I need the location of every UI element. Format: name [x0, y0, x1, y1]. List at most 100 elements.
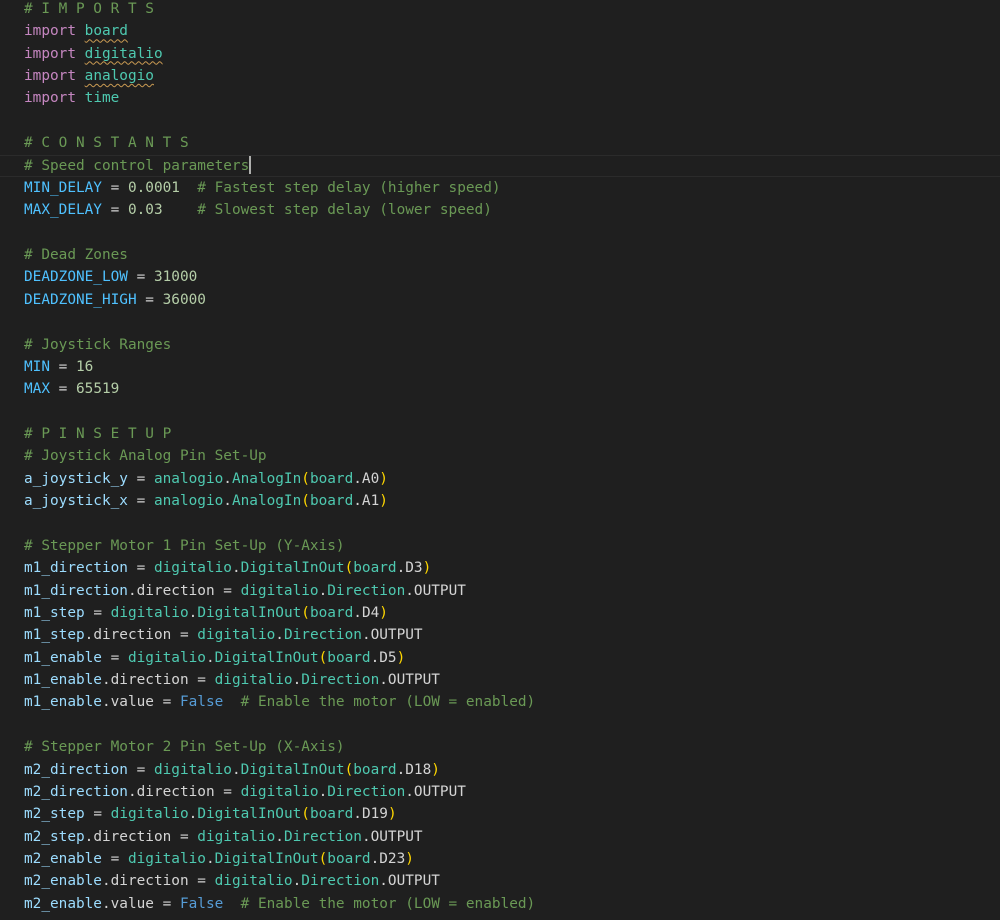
code-line[interactable]: m1_enable.direction = digitalio.Directio… [24, 669, 440, 691]
code-token: board [309, 806, 354, 823]
code-token: # Enable the motor (LOW = enabled) [240, 895, 536, 912]
code-line[interactable]: m1_direction.direction = digitalio.Direc… [24, 580, 466, 602]
code-line[interactable]: m2_enable.value = False # Enable the mot… [24, 893, 535, 915]
code-token: .D23 [370, 851, 406, 868]
code-line[interactable]: # Speed control parameters [0, 154, 1000, 177]
code-token: import [24, 90, 76, 107]
code-token: ( [301, 470, 310, 487]
code-line[interactable]: import analogio [24, 65, 154, 87]
code-token: .direction = [101, 873, 215, 890]
code-line[interactable]: # Stepper Motor 1 Pin Set-Up (Y-Axis) [24, 535, 345, 557]
code-line[interactable]: MIN = 16 [24, 356, 93, 378]
code-line[interactable]: m1_enable = digitalio.DigitalInOut(board… [24, 647, 405, 669]
code-line[interactable]: DEADZONE_HIGH = 36000 [24, 289, 206, 311]
code-token: ( [301, 493, 310, 510]
code-line[interactable]: # Joystick Analog Pin Set-Up [24, 445, 267, 467]
code-token: digitalio [214, 873, 293, 890]
code-line[interactable]: m2_enable = digitalio.DigitalInOut(board… [24, 848, 414, 870]
code-token: # Slowest step delay (lower speed) [197, 202, 492, 219]
code-token: = [101, 649, 128, 666]
code-token: ) [405, 851, 414, 868]
code-line[interactable]: m1_enable.value = False # Enable the mot… [24, 691, 535, 713]
code-token: m2_step [24, 806, 85, 823]
code-token: board [327, 851, 371, 868]
code-line[interactable]: # Stepper Motor 2 Pin Set-Up (X-Axis) [24, 736, 345, 758]
code-line[interactable]: m2_direction.direction = digitalio.Direc… [24, 781, 466, 803]
code-line[interactable]: m2_direction = digitalio.DigitalInOut(bo… [24, 759, 440, 781]
code-line[interactable]: MIN_DELAY = 0.0001 # Fastest step delay … [24, 177, 501, 199]
code-line[interactable]: import board [24, 20, 128, 42]
code-token: . [231, 761, 241, 778]
code-token: # P I N S E T U P [24, 426, 172, 443]
code-line[interactable]: MAX = 65519 [24, 378, 119, 400]
code-token: = [127, 560, 154, 577]
code-line[interactable]: import time [24, 87, 119, 109]
code-token: . [223, 493, 232, 510]
code-token: .OUTPUT [405, 783, 466, 800]
code-token: m2_enable [24, 851, 102, 868]
code-line[interactable]: m1_step = digitalio.DigitalInOut(board.D… [24, 602, 388, 624]
code-token: digitalio [84, 45, 163, 62]
code-token: m2_enable [24, 873, 102, 890]
code-token: ( [344, 761, 354, 778]
code-token: .D5 [370, 649, 397, 666]
code-token: # Joystick Ranges [24, 336, 172, 353]
code-token: board [327, 649, 371, 666]
code-token: digitalio [153, 761, 232, 778]
code-token: . [205, 851, 215, 868]
code-token: m1_direction [24, 560, 128, 577]
code-line[interactable]: # Joystick Ranges [24, 334, 171, 356]
code-token: Direction [301, 672, 380, 689]
code-token: .OUTPUT [361, 828, 423, 845]
code-token: . [292, 672, 302, 689]
code-token: digitalio [197, 828, 276, 845]
code-token: = [50, 358, 76, 375]
code-token: .D19 [353, 806, 388, 823]
code-token: DigitalInOut [197, 604, 302, 621]
code-token: m1_enable [24, 672, 102, 689]
code-token: 0.03 [127, 202, 163, 219]
code-token: .D18 [396, 761, 432, 778]
code-token: board [309, 493, 354, 510]
code-token: . [188, 806, 198, 823]
code-line[interactable]: m2_step = digitalio.DigitalInOut(board.D… [24, 803, 397, 825]
code-line[interactable]: m2_enable.direction = digitalio.Directio… [24, 870, 440, 892]
code-token: Direction [283, 828, 362, 845]
code-line[interactable]: m2_step.direction = digitalio.Direction.… [24, 826, 423, 848]
code-line[interactable]: MAX_DELAY = 0.03 # Slowest step delay (l… [24, 199, 492, 221]
code-token: ( [318, 649, 328, 666]
code-editor[interactable]: # I M P O R T Simport board import digita… [0, 0, 1000, 920]
code-token: .OUTPUT [379, 672, 440, 689]
code-line[interactable]: m1_step.direction = digitalio.Direction.… [24, 624, 423, 646]
code-line[interactable]: a_joystick_x = analogio.AnalogIn(board.A… [24, 490, 388, 512]
code-token: . [318, 783, 328, 800]
code-token: analogio [153, 470, 224, 487]
code-token: .direction = [84, 828, 198, 845]
code-token: = [84, 806, 111, 823]
code-line[interactable]: # I M P O R T S [24, 0, 154, 20]
code-token: ) [431, 761, 440, 778]
code-token: m2_enable [24, 895, 102, 912]
code-token: ( [344, 560, 354, 577]
code-token: MAX_DELAY [24, 202, 102, 219]
code-line[interactable]: # C O N S T A N T S [24, 132, 189, 154]
code-token: m1_step [24, 604, 85, 621]
code-line[interactable]: import digitalio [24, 43, 163, 65]
code-line[interactable]: # Dead Zones [24, 244, 128, 266]
code-token: m1_enable [24, 694, 102, 711]
code-line[interactable]: # P I N S E T U P [24, 423, 171, 445]
code-line[interactable]: m1_direction = digitalio.DigitalInOut(bo… [24, 557, 431, 579]
code-token: time [84, 90, 120, 107]
code-token: 36000 [162, 291, 206, 308]
code-token: . [318, 582, 328, 599]
code-line[interactable]: a_joystick_y = analogio.AnalogIn(board.A… [24, 468, 388, 490]
code-token: # Stepper Motor 2 Pin Set-Up (X-Axis) [24, 739, 345, 756]
code-line[interactable]: DEADZONE_LOW = 31000 [24, 266, 197, 288]
code-token: m1_step [24, 627, 85, 644]
code-token: = [127, 470, 154, 487]
code-token: = [127, 269, 154, 286]
